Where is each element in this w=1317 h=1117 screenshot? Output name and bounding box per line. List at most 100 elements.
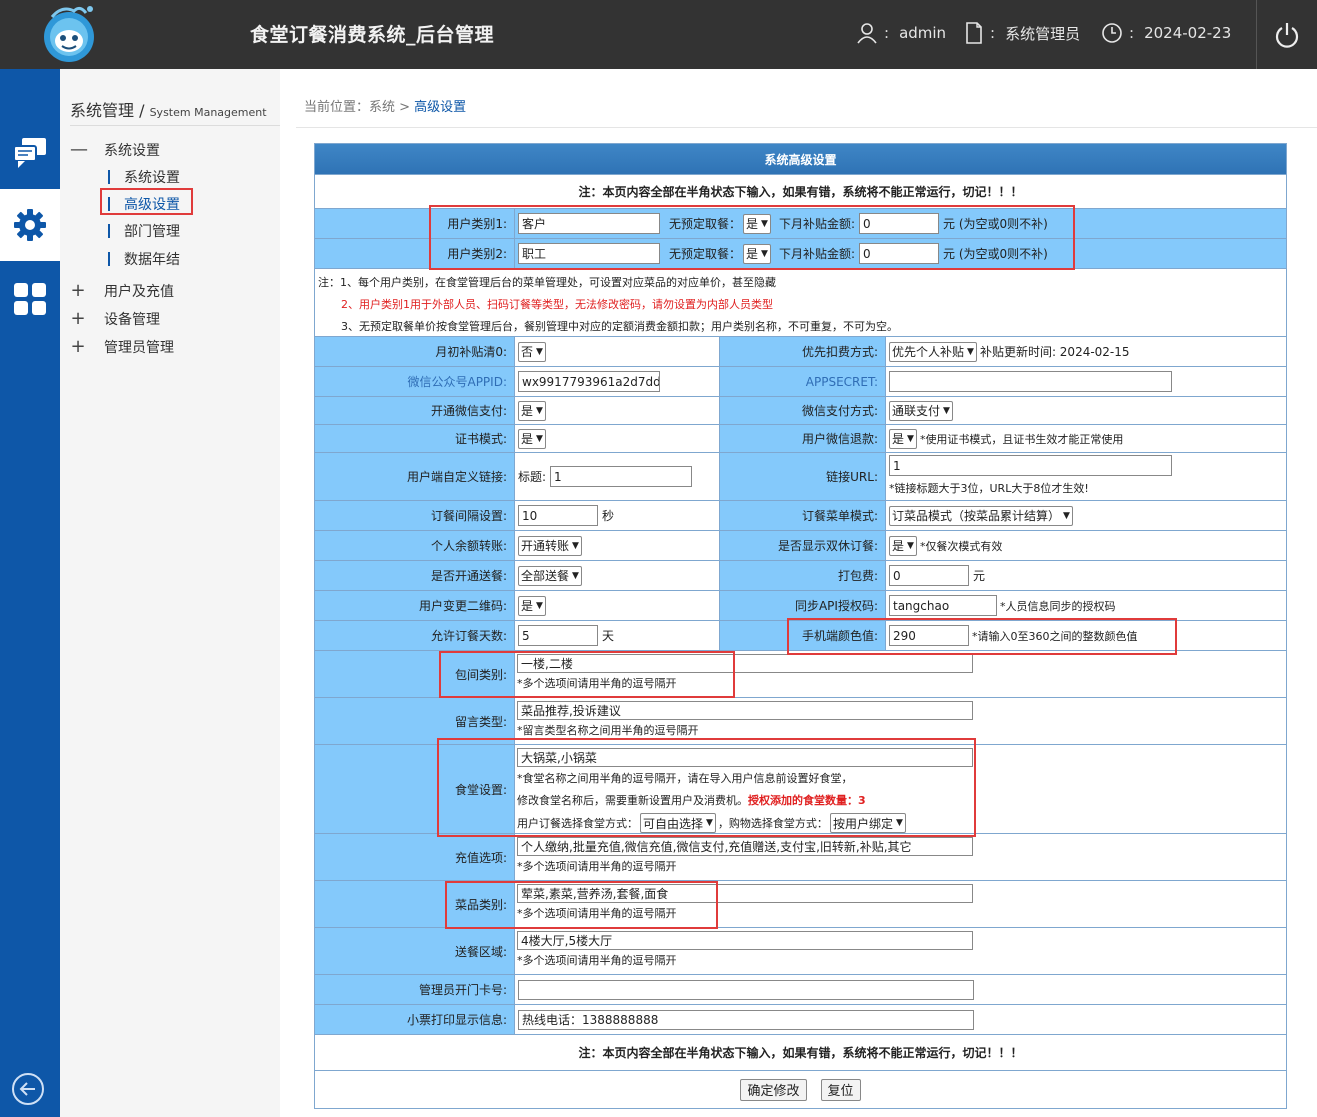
delivery-area-input[interactable]: 4楼大厅,5楼大厅 xyxy=(517,931,973,950)
message-type-cell: 菜品推荐,投诉建议 *留言类型名称之间用半角的逗号隔开 xyxy=(517,701,973,738)
divider xyxy=(514,834,515,880)
door-card-input[interactable] xyxy=(518,979,974,1000)
interval-label: 订餐间隔设置: xyxy=(315,501,514,530)
select-value: 否 xyxy=(521,345,534,359)
sidebar-group-devices[interactable]: + 设备管理 xyxy=(70,308,160,329)
role: 系统管理员 xyxy=(1005,24,1081,43)
highlight-box xyxy=(429,205,1075,270)
sidebar-group-users[interactable]: + 用户及充值 xyxy=(70,280,174,301)
wxpay-mode-select[interactable]: 通联支付 ▼ xyxy=(889,400,953,421)
highlight-box xyxy=(439,651,735,698)
divider xyxy=(514,928,515,974)
custom-link-cell: 标题: 1 xyxy=(515,453,719,500)
select-value: 优先个人补贴 xyxy=(892,345,965,359)
collapse-button[interactable] xyxy=(12,1073,44,1105)
divider xyxy=(885,453,886,500)
date-info: : 2024-02-23 xyxy=(1101,20,1231,46)
select-value: 订菜品模式（按菜品累计结算） xyxy=(892,509,1061,523)
link-title-input[interactable]: 1 xyxy=(550,466,693,487)
appid-row: 微信公众号APPID: wx9917793961a2d7dd APPSECRET… xyxy=(315,366,1286,396)
month-clear-row: 月初补贴清0: 否 ▼ 优先扣费方式: 优先个人补贴 ▼ 补贴更新时间: 2024-… xyxy=(315,336,1286,366)
sidebar-group-label: 用户及充值 xyxy=(104,283,174,300)
transfer-row: 个人余额转账: 开通转账 ▼ 是否显示双休订餐: 是 ▼ *仅餐次模式有效 xyxy=(315,530,1286,560)
appsecret-input[interactable] xyxy=(889,371,1172,392)
rail-messages-button[interactable] xyxy=(0,117,60,189)
double-select[interactable]: 是 ▼ xyxy=(889,535,917,556)
pack-input[interactable]: 0 xyxy=(889,565,969,586)
highlight-box xyxy=(787,618,1177,655)
select-value: 是 xyxy=(521,432,534,446)
deduct-select[interactable]: 优先个人补贴 ▼ xyxy=(889,341,977,362)
confirm-button[interactable]: 确定修改 xyxy=(740,1078,807,1101)
rail-settings-button[interactable] xyxy=(0,189,60,261)
sidebar-group-admins[interactable]: + 管理员管理 xyxy=(70,336,174,357)
wxpay-select[interactable]: 是 ▼ xyxy=(518,400,546,421)
wxpay-mode-label: 微信支付方式: xyxy=(720,397,885,424)
actions: 确定修改 复位 xyxy=(315,1071,1286,1108)
select-value: 是 xyxy=(521,404,534,418)
sidebar-group-system[interactable]: — 系统设置 xyxy=(70,139,160,160)
message-type-input[interactable]: 菜品推荐,投诉建议 xyxy=(517,701,973,720)
receipt-row: 小票打印显示信息: 热线电话：1388888888 xyxy=(315,1004,1286,1034)
sidebar-item-system-settings[interactable]: 系统设置 xyxy=(108,167,180,187)
bullet-bar xyxy=(108,252,110,266)
chevron-down-icon: ▼ xyxy=(572,570,579,581)
door-card-cell xyxy=(515,975,1286,1004)
month-clear-select[interactable]: 否 ▼ xyxy=(518,341,546,362)
delivery-select[interactable]: 全部送餐 ▼ xyxy=(518,565,582,586)
sidebar-item-label: 部门管理 xyxy=(124,224,180,240)
sidebar-item-label: 系统设置 xyxy=(124,170,180,186)
url-input[interactable]: 1 xyxy=(889,455,1172,476)
logout-button[interactable] xyxy=(1256,0,1317,69)
qrcode-select[interactable]: 是 ▼ xyxy=(518,595,546,616)
qrcode-cell: 是 ▼ xyxy=(515,591,719,620)
power-icon xyxy=(1275,22,1299,48)
delivery-area-label: 送餐区域: xyxy=(315,928,514,974)
colon: : xyxy=(884,24,890,42)
wxpay-cell: 是 ▼ xyxy=(515,397,719,424)
sidebar-title-en: System Management xyxy=(149,106,267,119)
sidebar-group-label: 系统设置 xyxy=(104,142,160,159)
double-label: 是否显示双休订餐: xyxy=(720,531,885,560)
appid-cell: wx9917793961a2d7dd xyxy=(515,367,719,396)
appid-label: 微信公众号APPID: xyxy=(315,367,514,396)
api-input[interactable]: tangchao xyxy=(889,595,997,616)
app-title: 食堂订餐消费系统_后台管理 xyxy=(250,24,495,46)
colon: : xyxy=(1129,24,1135,42)
transfer-cell: 开通转账 ▼ xyxy=(515,531,719,560)
chevron-down-icon: ▼ xyxy=(572,540,579,551)
delivery-cell: 全部送餐 ▼ xyxy=(515,561,719,590)
interval-cell: 10 秒 xyxy=(515,501,719,530)
sidebar-item-label: 数据年结 xyxy=(124,252,180,268)
rail-apps-button[interactable] xyxy=(0,263,60,335)
recharge-cell: 个人缴纳,批量充值,微信充值,微信支付,充值赠送,支付宝,旧转新,补贴,其它 *… xyxy=(517,837,973,874)
collapse-icon: — xyxy=(70,139,88,160)
cert-select[interactable]: 是 ▼ xyxy=(518,428,546,449)
qrcode-row: 用户变更二维码: 是 ▼ 同步API授权码: tangchao *人员信息同步的授… xyxy=(315,590,1286,620)
qrcode-label: 用户变更二维码: xyxy=(315,591,514,620)
interval-input[interactable]: 10 xyxy=(518,505,598,526)
sidebar-item-department[interactable]: 部门管理 xyxy=(108,221,180,241)
days-label: 允许订餐天数: xyxy=(315,621,514,650)
sidebar-item-year-end[interactable]: 数据年结 xyxy=(108,249,180,269)
url-label: 链接URL: xyxy=(720,453,885,500)
highlight-box xyxy=(445,881,718,929)
deduct-cell: 优先个人补贴 ▼ 补贴更新时间: 2024-02-15 xyxy=(886,337,1286,366)
note-3: 3、无预定取餐单价按食堂管理后台，餐别管理中对应的定额消费金额扣款；用户类别名称… xyxy=(341,320,898,333)
url-note: *链接标题大于3位，URL大于8位才生效! xyxy=(889,482,1089,495)
recharge-input[interactable]: 个人缴纳,批量充值,微信充值,微信支付,充值赠送,支付宝,旧转新,补贴,其它 xyxy=(517,837,973,856)
days-input[interactable]: 5 xyxy=(518,625,598,646)
appsecret-label: APPSECRET: xyxy=(720,367,885,396)
reset-button[interactable]: 复位 xyxy=(820,1078,861,1101)
top-header: 食堂订餐消费系统_后台管理 : admin : 系统管理员 : 2024-02-… xyxy=(0,0,1317,69)
menu-mode-select[interactable]: 订菜品模式（按菜品累计结算） ▼ xyxy=(889,505,1073,526)
breadcrumb-current[interactable]: 高级设置 xyxy=(414,100,466,115)
custom-link-label: 用户端自定义链接: xyxy=(315,453,514,500)
receipt-input[interactable]: 热线电话：1388888888 xyxy=(518,1009,974,1030)
transfer-select[interactable]: 开通转账 ▼ xyxy=(518,535,582,556)
user-info[interactable]: : admin xyxy=(856,20,946,46)
double-note: *仅餐次模式有效 xyxy=(919,539,1003,553)
appid-input[interactable]: wx9917793961a2d7dd xyxy=(518,371,660,392)
pack-label: 打包费: xyxy=(720,561,885,590)
refund-select[interactable]: 是 ▼ xyxy=(889,428,917,449)
